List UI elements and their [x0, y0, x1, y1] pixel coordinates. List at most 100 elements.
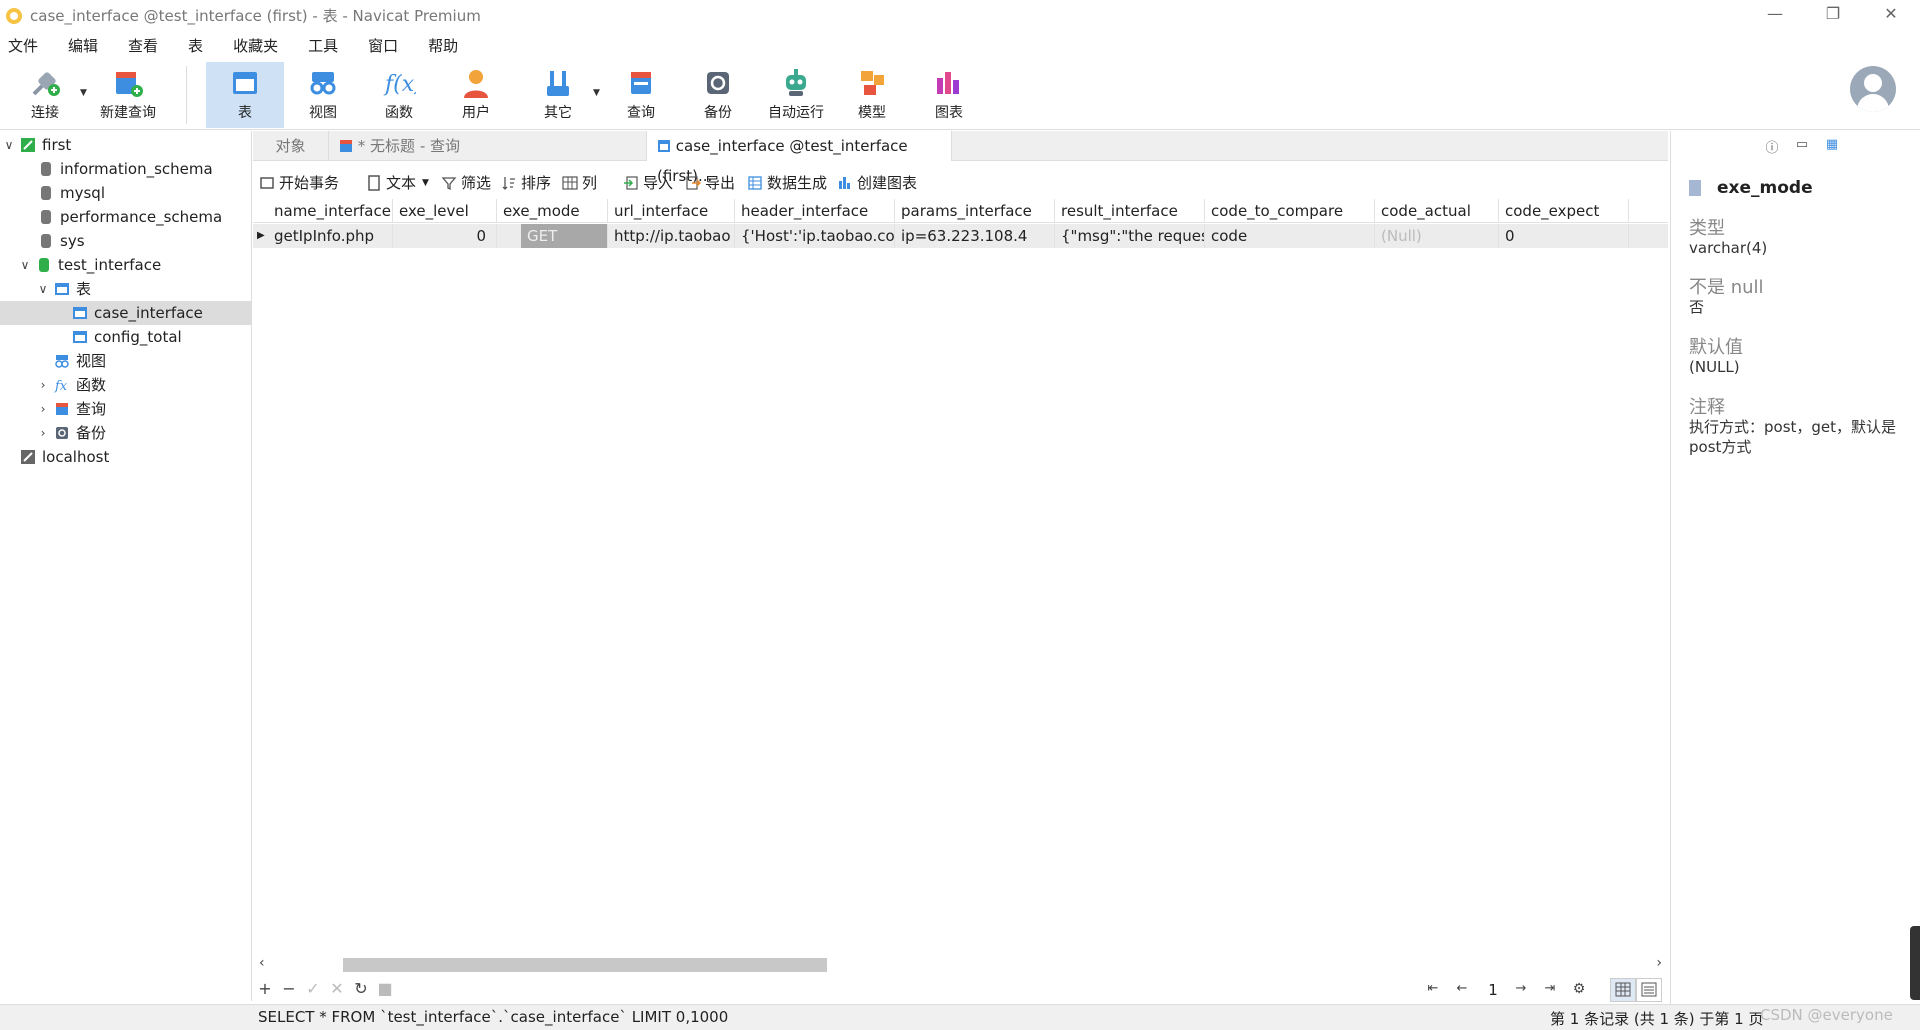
form-view-button[interactable] — [1636, 978, 1662, 1002]
column-header-exe-mode[interactable]: exe_mode — [497, 199, 608, 223]
view-button[interactable]: 视图 — [290, 62, 356, 128]
tab-objects[interactable]: 对象 — [253, 131, 329, 161]
cell-exe-level[interactable]: 0 — [393, 224, 497, 248]
other-button[interactable]: 其它 — [525, 62, 591, 128]
column-header-name-interface[interactable]: name_interface — [268, 199, 393, 223]
create-chart-button[interactable]: 创建图表 — [837, 171, 917, 195]
tree-db-mysql[interactable]: mysql — [20, 181, 105, 205]
chart-button[interactable]: 图表 — [916, 62, 982, 128]
page-number-input[interactable]: 1 — [1482, 979, 1504, 1001]
cell-params-interface[interactable]: ip=63.223.108.4 — [895, 224, 1055, 248]
connect-button[interactable]: 连接 — [12, 62, 78, 128]
column-header-code-to-compare[interactable]: code_to_compare — [1205, 199, 1375, 223]
column-header-code-expect[interactable]: code_expect — [1499, 199, 1629, 223]
grid-view-button[interactable] — [1610, 978, 1636, 1002]
cell-exe-mode[interactable]: GET — [521, 224, 608, 248]
export-button[interactable]: 导出 — [685, 171, 735, 195]
column-header-url-interface[interactable]: url_interface — [608, 199, 735, 223]
delete-record-icon[interactable]: − — [279, 978, 299, 1000]
add-record-icon[interactable]: + — [255, 978, 275, 1000]
tree-folder-views[interactable]: 视图 — [36, 349, 106, 373]
table-row[interactable]: ▶ getIpInfo.php 0 GET http://ip.taobao {… — [253, 224, 1668, 248]
tree-folder-queries[interactable]: › 查询 — [36, 397, 106, 421]
horizontal-scrollbar[interactable]: ‹ › — [253, 955, 1668, 975]
query-button[interactable]: 查询 — [608, 62, 674, 128]
scroll-right-icon[interactable]: › — [1656, 955, 1662, 971]
other-dropdown-icon[interactable]: ▼ — [593, 88, 600, 98]
data-generation-button[interactable]: 数据生成 — [747, 171, 827, 195]
user-avatar[interactable] — [1850, 66, 1896, 112]
collapse-arrow-icon[interactable]: ∨ — [2, 133, 16, 157]
close-button[interactable]: ✕ — [1862, 0, 1920, 30]
cell-code-actual[interactable]: (Null) — [1375, 224, 1499, 248]
automation-button[interactable]: 自动运行 — [758, 62, 834, 128]
column-header-code-actual[interactable]: code_actual — [1375, 199, 1499, 223]
tree-db-sys[interactable]: sys — [20, 229, 85, 253]
user-button[interactable]: 用户 — [443, 62, 509, 128]
previous-page-icon[interactable]: ← — [1452, 978, 1472, 1000]
collapse-arrow-icon[interactable]: ∨ — [18, 253, 32, 277]
cell-name-interface[interactable]: getIpInfo.php — [268, 224, 393, 248]
column-header-header-interface[interactable]: header_interface — [735, 199, 895, 223]
discard-changes-icon[interactable]: ✕ — [327, 978, 347, 1000]
menu-table[interactable]: 表 — [180, 35, 215, 56]
model-button[interactable]: 模型 — [839, 62, 905, 128]
tree-folder-tables[interactable]: ∨ 表 — [36, 277, 91, 301]
function-button[interactable]: f(x) 函数 — [366, 62, 432, 128]
refresh-icon[interactable]: ↻ — [351, 978, 371, 1000]
menu-favorites[interactable]: 收藏夹 — [225, 35, 290, 56]
columns-button[interactable]: 列 — [562, 171, 597, 195]
cell-result-interface[interactable]: {"msg":"the reques — [1055, 224, 1205, 248]
tree-db-information-schema[interactable]: information_schema — [20, 157, 213, 181]
column-header-params-interface[interactable]: params_interface — [895, 199, 1055, 223]
import-button[interactable]: 导入 — [623, 171, 673, 195]
tree-table-case-interface[interactable]: case_interface — [0, 301, 251, 325]
apply-changes-icon[interactable]: ✓ — [303, 978, 323, 1000]
tree-db-performance-schema[interactable]: performance_schema — [20, 205, 222, 229]
backup-button[interactable]: 备份 — [685, 62, 751, 128]
cell-code-to-compare[interactable]: code — [1205, 224, 1375, 248]
tree-table-config-total[interactable]: config_total — [72, 325, 182, 349]
column-header-result-interface[interactable]: result_interface — [1055, 199, 1205, 223]
scroll-left-icon[interactable]: ‹ — [259, 955, 265, 971]
tree-folder-backups[interactable]: › 备份 — [36, 421, 106, 445]
tab-untitled-query[interactable]: * 无标题 - 查询 — [329, 131, 647, 161]
menu-edit[interactable]: 编辑 — [60, 35, 110, 56]
info-icon[interactable]: ⓘ — [1757, 137, 1787, 156]
side-handle[interactable] — [1910, 926, 1920, 1000]
menu-help[interactable]: 帮助 — [420, 35, 470, 56]
begin-transaction-button[interactable]: 开始事务 — [259, 171, 339, 195]
tab-case-interface[interactable]: case_interface @test_interface (first)..… — [647, 131, 952, 185]
cell-code-expect[interactable]: 0 — [1499, 224, 1629, 248]
expand-arrow-icon[interactable]: › — [36, 421, 50, 445]
menu-view[interactable]: 查看 — [120, 35, 170, 56]
scrollbar-thumb[interactable] — [343, 958, 827, 972]
text-view-button[interactable]: 文本 ▼ — [366, 171, 429, 195]
tree-folder-functions[interactable]: › fx 函数 — [36, 373, 106, 397]
first-page-icon[interactable]: ⇤ — [1423, 978, 1443, 1000]
menu-tools[interactable]: 工具 — [300, 35, 350, 56]
cell-url-interface[interactable]: http://ip.taobao — [608, 224, 735, 248]
tree-connection-localhost[interactable]: localhost — [2, 445, 109, 469]
tree-connection-first[interactable]: ∨ first — [2, 133, 72, 157]
next-page-icon[interactable]: → — [1511, 978, 1531, 1000]
expand-arrow-icon[interactable]: › — [36, 373, 50, 397]
column-header-exe-level[interactable]: exe_level — [393, 199, 497, 223]
menu-file[interactable]: 文件 — [0, 35, 50, 56]
new-query-button[interactable]: 新建查询 — [94, 62, 162, 128]
last-page-icon[interactable]: ⇥ — [1540, 978, 1560, 1000]
stop-icon[interactable]: ■ — [375, 978, 395, 1000]
minimize-button[interactable]: — — [1746, 0, 1804, 30]
ddl-icon[interactable]: ▭ — [1787, 137, 1817, 155]
sort-button[interactable]: 排序 — [501, 171, 551, 195]
restore-button[interactable]: ❐ — [1804, 0, 1862, 30]
expand-arrow-icon[interactable]: › — [36, 397, 50, 421]
tree-db-test-interface[interactable]: ∨ test_interface — [18, 253, 162, 277]
connect-dropdown-icon[interactable]: ▼ — [80, 88, 87, 98]
collapse-arrow-icon[interactable]: ∨ — [36, 277, 50, 301]
layout-panels-icon[interactable]: ▦ — [1817, 137, 1847, 155]
settings-gear-icon[interactable]: ⚙ — [1569, 978, 1589, 1000]
menu-window[interactable]: 窗口 — [360, 35, 410, 56]
filter-button[interactable]: 筛选 — [441, 171, 491, 195]
cell-header-interface[interactable]: {'Host':'ip.taobao.co — [735, 224, 895, 248]
